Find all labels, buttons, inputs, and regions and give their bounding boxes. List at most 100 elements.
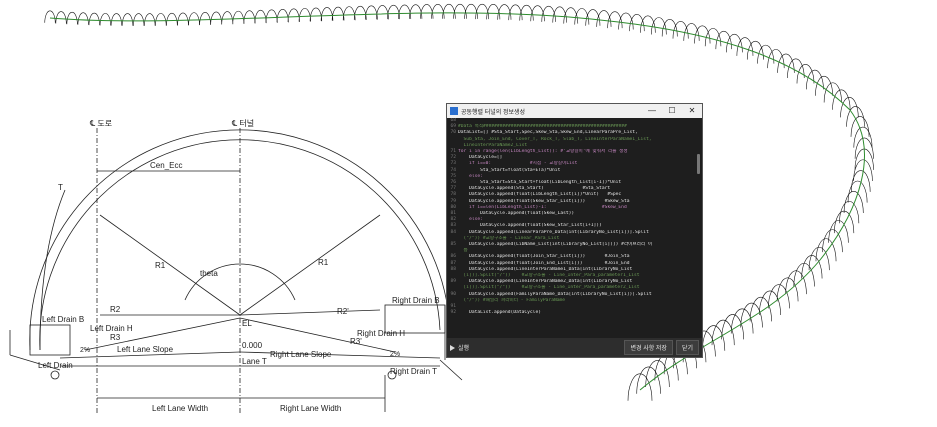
tunnel-ring [801, 255, 823, 279]
line-number: 92 [450, 310, 456, 316]
tunnel-ring [44, 10, 56, 23]
tunnel-ring [276, 8, 289, 23]
run-button[interactable]: 실행 [450, 343, 624, 352]
tunnel-ring [808, 246, 830, 271]
tunnel-ring [806, 69, 824, 90]
right-drain-b-label: Right Drain B [392, 296, 440, 305]
left-drain-box [29, 324, 71, 356]
slope-left-label: 2% [80, 347, 90, 354]
line-text: DataList.append(DataCycle) [458, 310, 541, 316]
tunnel-ring [749, 296, 772, 322]
tunnel-ring [627, 373, 653, 401]
lane-t-label: Lane T [242, 357, 267, 366]
r2-left-label: R2 [110, 305, 121, 314]
code-line: 92 DataList.append(DataCycle) [447, 310, 702, 316]
tunnel-ring [850, 116, 870, 137]
tunnel-ring [787, 58, 805, 78]
right-drain-h-label: Right Drain H [357, 329, 405, 338]
tunnel-ring [364, 5, 378, 20]
tunnel-ring [155, 12, 167, 26]
tunnel-ring [232, 10, 245, 24]
tunnel-ring [843, 191, 864, 214]
tunnel-ring [287, 8, 300, 23]
play-icon [450, 344, 455, 351]
tunnel-ring [99, 12, 111, 26]
tunnel-ring [661, 18, 678, 37]
zero-elevation-label: 0.000 [242, 341, 263, 350]
tunnel-ring [519, 5, 534, 21]
left-drain-pipe [50, 370, 60, 380]
cl-road-label: ℄ 도로 [89, 119, 112, 128]
maximize-button[interactable]: ☐ [662, 104, 682, 118]
tunnel-ring [166, 12, 178, 26]
tunnel-ring [777, 53, 795, 73]
tunnel-ring [88, 12, 100, 26]
tunnel-ring [331, 6, 345, 21]
tunnel-ring [177, 12, 189, 26]
cen-ecc-label: Cen_Ecc [150, 161, 182, 170]
tunnel-ring [398, 4, 412, 20]
tunnel-ring [265, 9, 278, 23]
minimize-button[interactable]: — [642, 104, 662, 118]
tunnel-ring [387, 4, 400, 20]
lower-right-line [439, 359, 463, 381]
right-lane-slope-label: Right Lane Slope [270, 350, 332, 359]
left-lane-slope-label: Left Lane Slope [117, 345, 174, 354]
tunnel-ring [188, 12, 200, 26]
tunnel-ring [254, 9, 267, 24]
el-label: EL [242, 319, 252, 328]
save-changes-button[interactable]: 변경 사항 저장 [624, 340, 673, 355]
tunnel-ring [767, 49, 785, 69]
theta-label: theta [200, 269, 218, 278]
right-drain-t-label: Right Drain T [390, 367, 437, 376]
left-lane-width-label: Left Lane Width [152, 404, 208, 413]
tunnel-ring [342, 6, 356, 21]
tunnel-ring [833, 210, 855, 234]
tunnel-ring [320, 7, 334, 21]
tunnel-ring [144, 13, 156, 26]
tunnel-ring [847, 180, 868, 203]
tunnel-ring [132, 13, 145, 26]
tunnel-ring [66, 11, 78, 25]
r1-left-label: R1 [155, 261, 166, 270]
editor-bottom-bar: 실행 변경 사항 저장 닫기 [447, 338, 702, 357]
cl-tunnel-label: ℄ 터널 [231, 119, 254, 128]
right-lane-width-label: Right Lane Width [280, 404, 341, 413]
app-icon [450, 107, 458, 115]
code-area[interactable]: 68 69 #Data 목적############################… [447, 118, 702, 340]
r2-right-line [239, 309, 381, 316]
tunnel-ring [721, 314, 745, 340]
left-drain-b-label: Left Drain B [42, 315, 84, 324]
slope-right-label: 2% [390, 351, 400, 358]
tunnel-ring [431, 4, 445, 19]
tunnel-ring [199, 11, 211, 25]
editor-title: 공동행렬 터널의 정보생성 [461, 109, 526, 116]
tunnel-ring [740, 302, 763, 328]
left-drain-h-label: Left Drain H [90, 324, 133, 333]
close-window-button[interactable]: ✕ [682, 104, 702, 118]
tunnel-ring [828, 220, 849, 243]
tunnel-ring [839, 200, 860, 224]
r1-right-label: R1 [318, 258, 329, 267]
tunnel-ring [77, 12, 89, 25]
tunnel-ring [409, 4, 423, 19]
tunnel-ring [353, 5, 367, 20]
editor-titlebar[interactable]: 공동행렬 터널의 정보생성 — ☐ ✕ [447, 104, 702, 118]
run-label: 실행 [458, 346, 470, 352]
code-editor-window[interactable]: 공동행렬 터널의 정보생성 — ☐ ✕ 68 69 #Data 목적########… [446, 103, 703, 358]
r3-left-label: R3 [110, 333, 121, 342]
r2-right-label: R2' [337, 307, 349, 316]
tunnel-ring [55, 11, 67, 24]
tunnel-ring [298, 8, 311, 22]
tunnel-ring [376, 5, 389, 20]
tunnel-ring [110, 13, 123, 26]
small-dim-label: T [58, 183, 63, 192]
tunnel-ring [672, 21, 689, 39]
vertical-scrollbar[interactable] [697, 154, 700, 174]
r1-right-line [239, 214, 381, 316]
r3-right-label: R3' [350, 337, 362, 346]
close-button[interactable]: 닫기 [675, 340, 699, 355]
tunnel-ring [796, 64, 815, 84]
left-drain-t-label: Left Drain [38, 361, 73, 370]
tunnel-ring [793, 263, 815, 287]
